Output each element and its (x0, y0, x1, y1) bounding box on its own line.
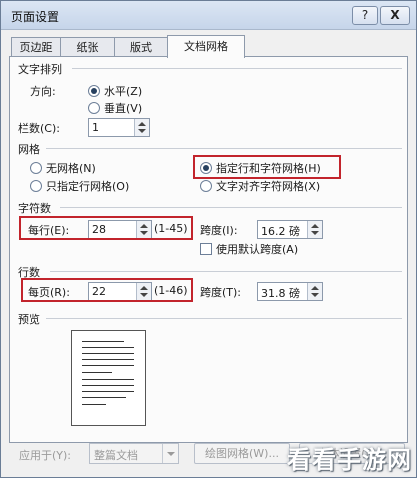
radio-unselected-icon (88, 102, 100, 114)
radio-unselected-icon (30, 180, 42, 192)
direction-label: 方向: (30, 85, 56, 98)
spinner-buttons[interactable] (307, 221, 322, 238)
title-bar: 页面设置 ? X (1, 1, 416, 30)
line-pitch-spinner[interactable]: 31.8 磅 (257, 282, 323, 301)
grid-none-radio[interactable]: 无网格(N) (30, 160, 96, 176)
highlight-box-grid (193, 155, 341, 179)
draw-grid-button[interactable]: 绘图网格(W)... (194, 443, 290, 464)
page-preview (71, 330, 146, 426)
tab-margins[interactable]: 页边距 (11, 37, 61, 57)
radio-selected-icon (88, 85, 100, 97)
highlight-box-lines (21, 278, 193, 302)
grid-lines-only-label: 只指定行网格(O) (46, 180, 130, 193)
line-pitch-value: 31.8 磅 (261, 287, 300, 300)
text-direction-heading: 文字排列 (18, 63, 62, 76)
grid-lines-only-radio[interactable]: 只指定行网格(O) (30, 178, 129, 194)
grid-snap-chars-label: 文字对齐字符网格(X) (216, 180, 321, 193)
page-setup-dialog: 页面设置 ? X 页边距 纸张 版式 文档网格 文字排列 方向: 水平(Z) 垂… (0, 0, 417, 478)
apply-to-select[interactable]: 整篇文档 (89, 443, 179, 464)
spin-up-icon[interactable] (311, 286, 319, 290)
grid-snap-chars-radio[interactable]: 文字对齐字符网格(X) (200, 178, 320, 194)
characters-heading: 字符数 (18, 202, 51, 215)
document-grid-panel: 文字排列 方向: 水平(Z) 垂直(V) 栏数(C): 1 网格 无网格(N) … (9, 56, 408, 443)
columns-value: 1 (92, 121, 99, 134)
watermark-logo: 看看手游网 (287, 446, 412, 474)
spinner-buttons[interactable] (134, 119, 149, 136)
tab-paper[interactable]: 纸张 (60, 37, 115, 57)
spin-up-icon[interactable] (138, 122, 146, 126)
grid-none-label: 无网格(N) (46, 162, 96, 175)
grid-heading: 网格 (18, 143, 40, 156)
apply-to-value: 整篇文档 (94, 449, 138, 462)
highlight-box-chars (19, 216, 193, 240)
tab-document-grid[interactable]: 文档网格 (167, 35, 245, 58)
close-button[interactable]: X (380, 6, 410, 25)
line-pitch-label: 跨度(T): (200, 286, 242, 299)
preview-heading: 预览 (18, 313, 40, 326)
direction-horizontal-label: 水平(Z) (104, 85, 143, 98)
tab-layout[interactable]: 版式 (114, 37, 168, 57)
spin-up-icon[interactable] (311, 224, 319, 228)
spin-down-icon[interactable] (311, 293, 319, 297)
direction-vertical-radio[interactable]: 垂直(V) (88, 100, 142, 116)
direction-horizontal-radio[interactable]: 水平(Z) (88, 83, 142, 99)
chevron-down-icon[interactable] (162, 444, 178, 463)
direction-vertical-label: 垂直(V) (104, 102, 143, 115)
default-pitch-label: 使用默认跨度(A) (216, 243, 299, 256)
char-pitch-label: 跨度(I): (200, 224, 238, 237)
default-pitch-checkbox[interactable]: 使用默认跨度(A) (200, 241, 298, 257)
spin-down-icon[interactable] (311, 231, 319, 235)
radio-unselected-icon (30, 162, 42, 174)
radio-unselected-icon (200, 180, 212, 192)
char-pitch-value: 16.2 磅 (261, 225, 300, 238)
columns-label: 栏数(C): (18, 122, 60, 135)
checkbox-icon (200, 243, 212, 255)
window-title: 页面设置 (11, 10, 60, 24)
help-button[interactable]: ? (352, 6, 378, 25)
apply-to-label: 应用于(Y): (19, 449, 72, 462)
char-pitch-spinner[interactable]: 16.2 磅 (257, 220, 323, 239)
spin-down-icon[interactable] (138, 129, 146, 133)
columns-spinner[interactable]: 1 (88, 118, 150, 137)
spinner-buttons[interactable] (307, 283, 322, 300)
